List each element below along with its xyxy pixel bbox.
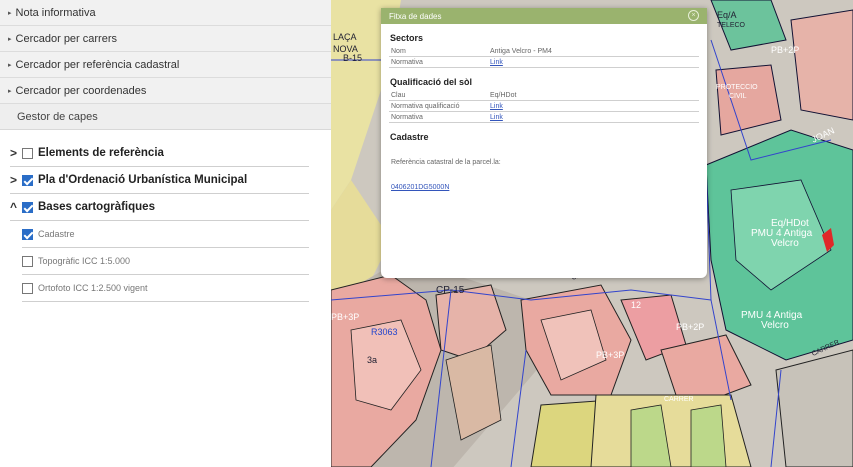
map-label: CP-15 — [436, 285, 465, 296]
map-label: LAÇA — [333, 32, 357, 42]
checkbox-poum[interactable] — [22, 174, 33, 186]
kv-row: Clau Eq/HDot — [389, 90, 699, 101]
parcel-ref-link[interactable]: 0406201DG5000N — [381, 184, 449, 191]
layer-sidebar: ▸ Nota informativa ▸ Cercador per carrers … — [0, 0, 331, 467]
layer-bases-cartografiques[interactable]: ^ Bases cartogràfiques — [10, 194, 309, 221]
kv-key: Nom — [391, 47, 406, 55]
accordion-label: Cercador per referència cadastral — [15, 58, 180, 71]
map-label: PB+3P — [596, 350, 625, 360]
kv-key: Normativa qualificació — [391, 102, 460, 110]
section-heading-qualificacio: Qualificació del sòl — [390, 77, 473, 87]
parcel-label: Referència catastral de la parcel.la: — [391, 159, 501, 166]
triangle-right-icon: ▸ — [8, 61, 12, 69]
layer-label: Pla d'Ordenació Urbanística Municipal — [38, 174, 248, 186]
accordion-label: Cercador per carrers — [15, 32, 117, 45]
kv-key: Clau — [391, 91, 406, 99]
chevron-up-icon[interactable]: ^ — [10, 200, 20, 214]
kv-value: Eq/HDot — [490, 91, 517, 99]
triangle-right-icon: ▸ — [8, 35, 12, 43]
map-label: PROTECCIO — [716, 84, 758, 91]
checkbox-ortofoto[interactable] — [22, 282, 33, 294]
map-label: 3a — [367, 355, 378, 365]
map-label: Velcro — [761, 320, 789, 331]
data-sheet-popup: Fitxa de dades × Sectors Nom Antiga Velc… — [381, 8, 707, 278]
map-label: Velcro — [771, 238, 799, 249]
map-label: R3063 — [371, 327, 398, 337]
popup-header: Fitxa de dades × — [381, 8, 707, 24]
map-label: CARRER — [664, 396, 694, 403]
section-heading-cadastre: Cadastre — [390, 132, 429, 142]
kv-value: Antiga Velcro - PM4 — [490, 47, 552, 55]
map-label: Eq/A — [717, 10, 737, 20]
layer-label: Elements de referència — [38, 147, 164, 159]
triangle-right-icon: ▸ — [8, 9, 12, 17]
map-label: 12 — [631, 300, 642, 310]
accordion-nota-informativa[interactable]: ▸ Nota informativa — [0, 0, 331, 26]
checkbox-cadastre[interactable] — [22, 228, 33, 240]
checkbox-elements-referencia[interactable] — [22, 147, 33, 159]
normativa-link[interactable]: Link — [490, 114, 503, 121]
map-label: PB+3P — [331, 312, 360, 322]
map-label: CIVIL — [729, 93, 747, 100]
sublayer-topografic[interactable]: Topogràfic ICC 1:5.000 — [22, 248, 309, 275]
kv-row: Normativa Link — [389, 57, 699, 68]
normativa-link[interactable]: Link — [490, 59, 503, 66]
chevron-right-icon[interactable]: > — [10, 146, 20, 160]
kv-key: Normativa — [391, 113, 423, 121]
layer-elements-referencia[interactable]: > Elements de referència — [10, 140, 309, 167]
close-icon[interactable]: × — [688, 10, 699, 21]
sublayer-label: Topogràfic ICC 1:5.000 — [38, 256, 131, 266]
kv-row: Nom Antiga Velcro - PM4 — [389, 46, 699, 57]
checkbox-bases-cartografiques[interactable] — [22, 201, 33, 213]
triangle-right-icon: ▸ — [8, 87, 12, 95]
map-label: TELECO — [717, 22, 746, 29]
kv-key: Normativa — [391, 58, 423, 66]
chevron-right-icon[interactable]: > — [10, 173, 20, 187]
sublayer-label: Ortofoto ICC 1:2.500 vigent — [38, 283, 148, 293]
normativa-qualificacio-link[interactable]: Link — [490, 103, 503, 110]
popup-title: Fitxa de dades — [389, 11, 442, 21]
sublayer-ortofoto[interactable]: Ortofoto ICC 1:2.500 vigent — [22, 275, 309, 302]
section-heading-sectors: Sectors — [390, 33, 424, 43]
layer-poum[interactable]: > Pla d'Ordenació Urbanística Municipal — [10, 167, 309, 194]
checkbox-topografic[interactable] — [22, 255, 33, 267]
layer-label: Bases cartogràfiques — [38, 201, 155, 213]
map-label: PB+2P — [676, 322, 705, 332]
sublayer-cadastre[interactable]: Cadastre — [22, 221, 309, 248]
accordion-label: Cercador per coordenades — [15, 84, 147, 97]
kv-row: Normativa Link — [389, 112, 699, 123]
kv-row: Normativa qualificació Link — [389, 101, 699, 112]
accordion-label: Nota informativa — [15, 6, 96, 19]
accordion-cercador-referencia[interactable]: ▸ Cercador per referència cadastral — [0, 52, 331, 78]
map-label: B-15 — [343, 53, 363, 63]
map-label: PB+2P — [771, 45, 800, 55]
accordion-cercador-carrers[interactable]: ▸ Cercador per carrers — [0, 26, 331, 52]
accordion-cercador-coordenades[interactable]: ▸ Cercador per coordenades — [0, 78, 331, 104]
sublayer-label: Cadastre — [38, 229, 75, 239]
layer-manager-title: Gestor de capes — [0, 104, 331, 130]
